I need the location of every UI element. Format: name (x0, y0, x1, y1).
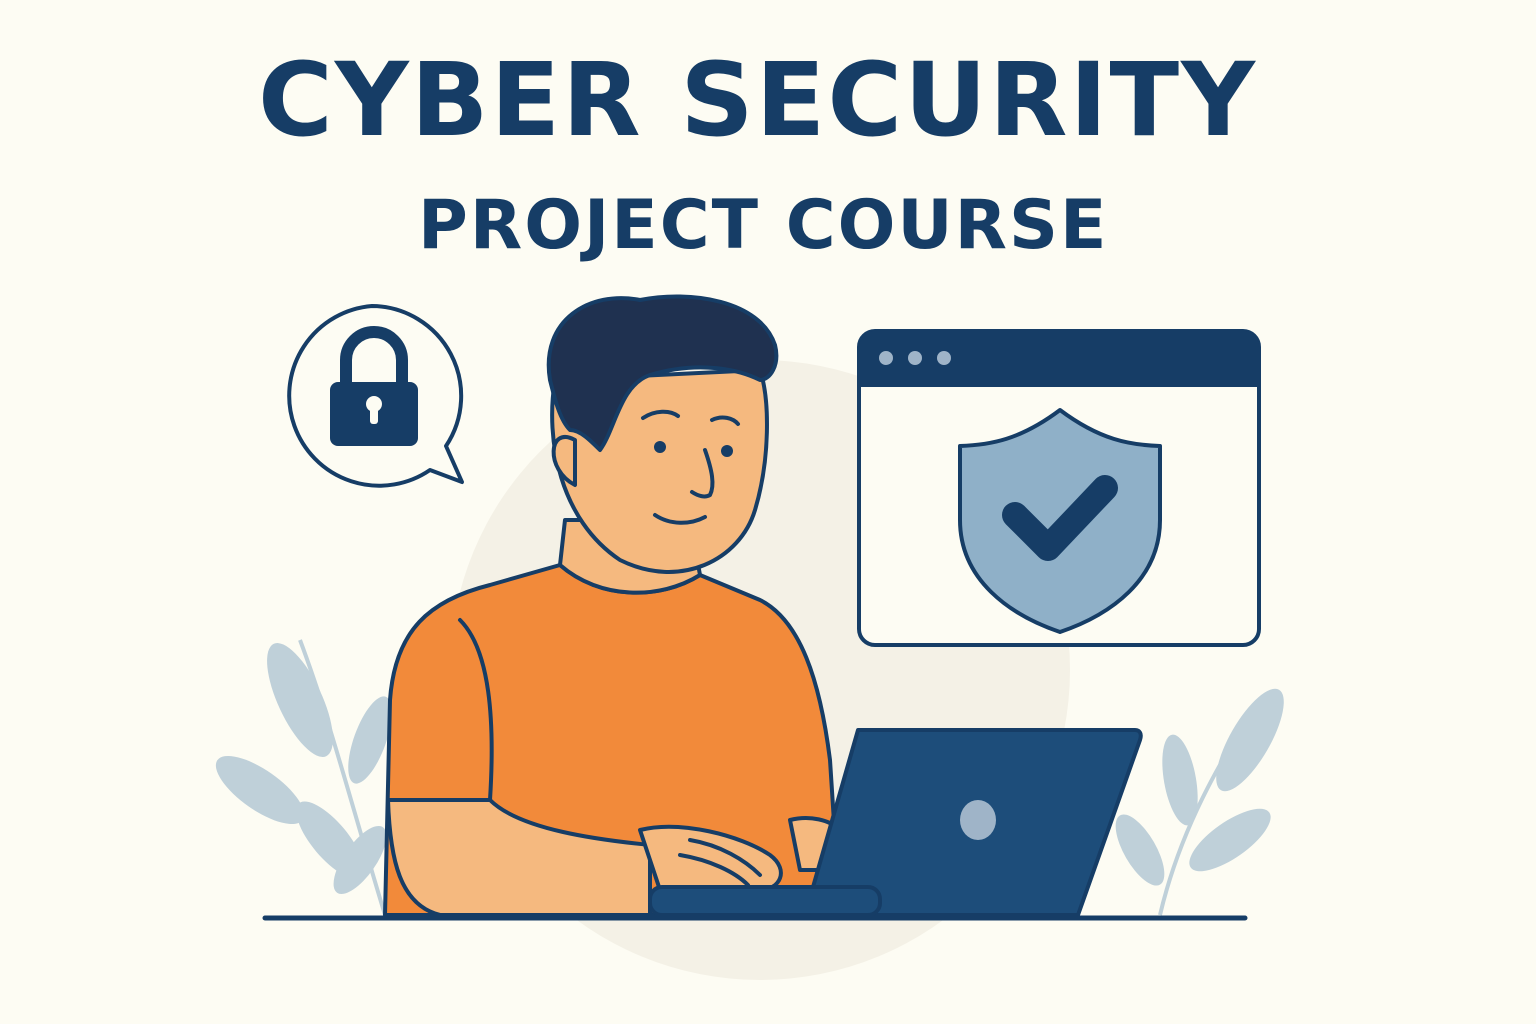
left-plant-leaves (215, 639, 392, 916)
window-dot-icon (908, 351, 922, 365)
window-dot-icon (879, 351, 893, 365)
right-plant-leaves (1115, 688, 1284, 916)
browser-window (857, 329, 1261, 647)
window-dot-icon (937, 351, 951, 365)
lock-speech-bubble (287, 304, 464, 488)
illustration (215, 294, 1284, 980)
laptop-logo-icon (960, 800, 996, 840)
